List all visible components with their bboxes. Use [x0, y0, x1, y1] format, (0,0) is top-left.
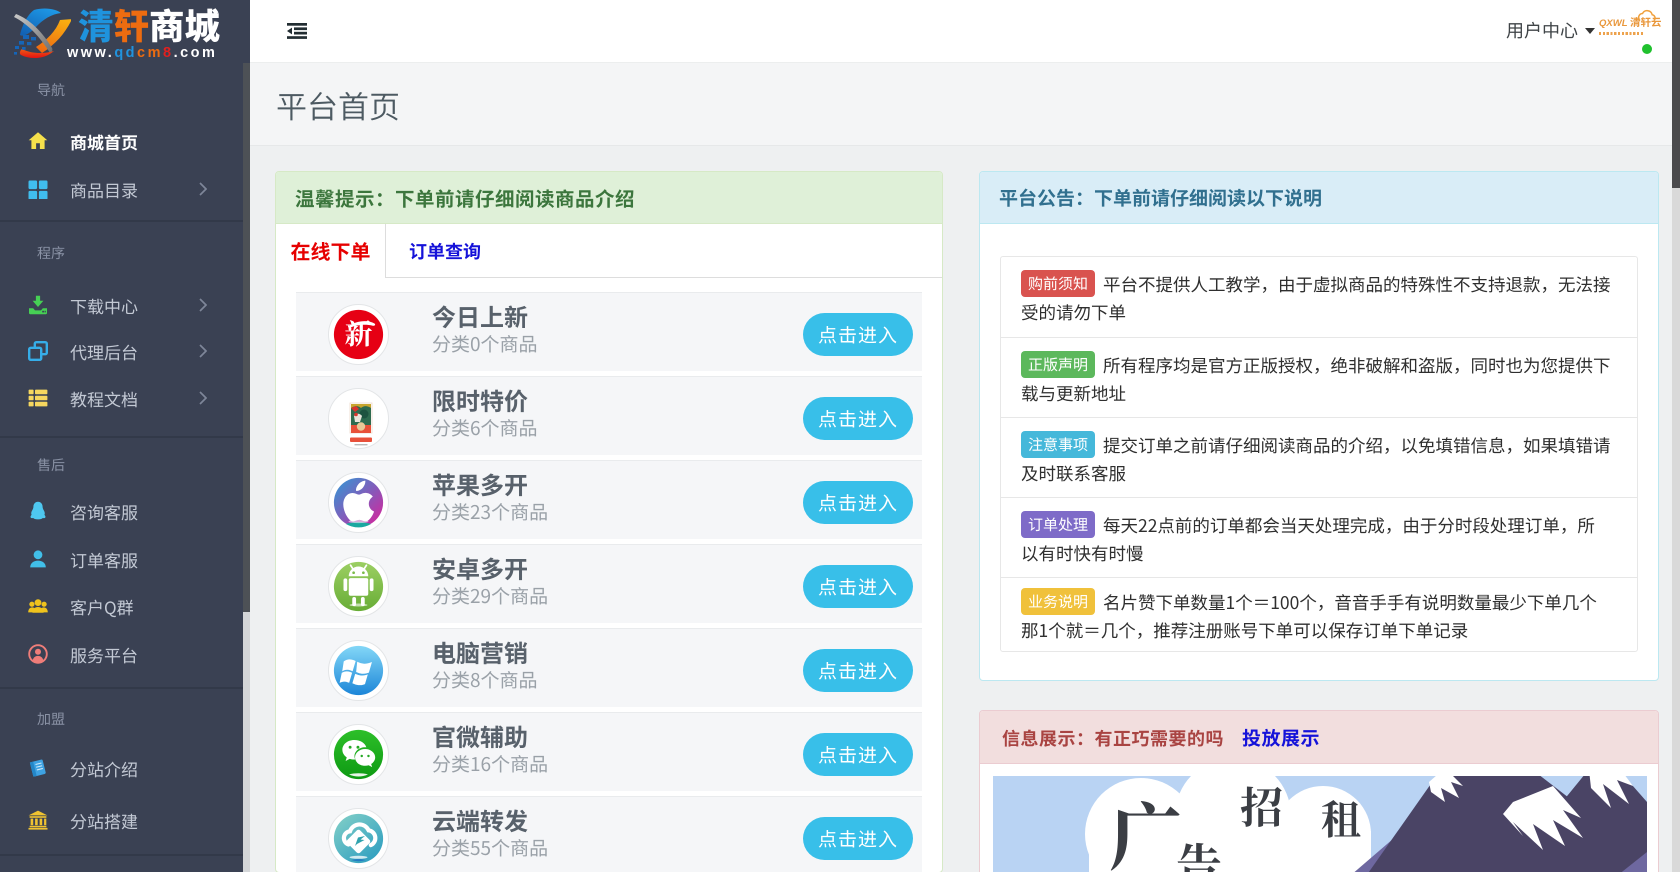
- svg-text:新: 新: [344, 313, 372, 353]
- svg-text:告: 告: [1176, 830, 1222, 872]
- svg-text:广: 广: [1109, 780, 1183, 872]
- svg-text:租: 租: [1321, 789, 1361, 846]
- svg-text:招: 招: [1240, 776, 1283, 836]
